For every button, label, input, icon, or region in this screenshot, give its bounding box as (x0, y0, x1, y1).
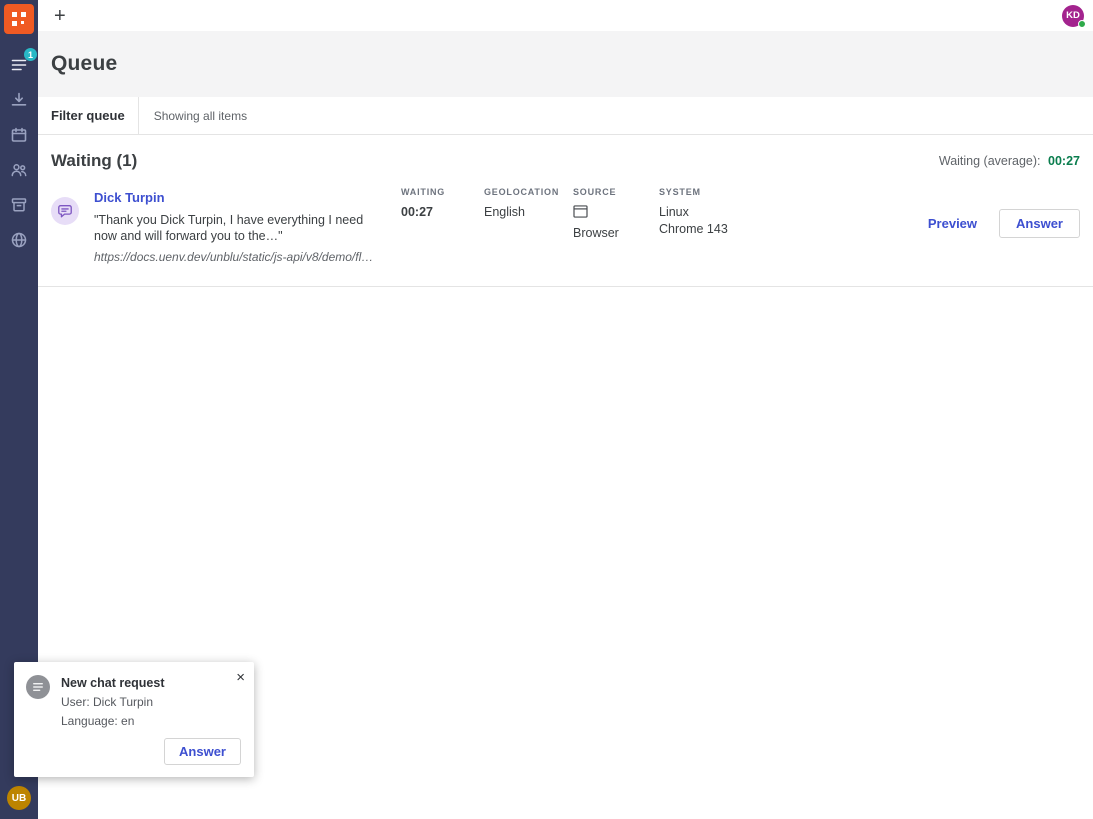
sidebar-item-queue[interactable]: 1 (2, 52, 36, 78)
new-conversation-tab-button[interactable]: + (50, 6, 70, 26)
unblu-logo-icon (4, 4, 34, 34)
sidebar-item-team[interactable] (2, 157, 36, 183)
topbar: + KD (38, 0, 1093, 31)
globe-icon (10, 231, 28, 249)
toast-user-line: User: Dick Turpin (61, 695, 241, 709)
visitor-message: "Thank you Dick Turpin, I have everythin… (94, 212, 384, 244)
page-title: Queue (51, 52, 117, 76)
sidebar-item-calendar[interactable] (2, 122, 36, 148)
system-column: SYSTEM Linux Chrome 143 (659, 187, 789, 236)
unblu-logo[interactable] (0, 0, 38, 38)
queue-badge: 1 (24, 48, 37, 61)
chat-request-icon (26, 675, 50, 699)
geolocation-value: English (484, 205, 558, 219)
queue-content: Waiting (1) Waiting (average): 00:27 Dic… (38, 135, 1093, 287)
toast-title: New chat request (61, 676, 241, 690)
waiting-section-header: Waiting (1) Waiting (average): 00:27 (38, 135, 1093, 183)
preview-button[interactable]: Preview (928, 216, 977, 231)
user-avatar-initials: KD (1066, 10, 1080, 21)
new-chat-request-toast: New chat request User: Dick Turpin Langu… (14, 662, 254, 777)
answer-button[interactable]: Answer (999, 209, 1080, 238)
chat-bubble-icon (57, 203, 73, 219)
filter-queue-tab[interactable]: Filter queue (38, 97, 139, 134)
visitor-avatar (51, 197, 79, 225)
user-avatar[interactable]: KD (1062, 5, 1084, 27)
visitor-page-url: https://docs.uenv.dev/unblu/static/js-ap… (94, 250, 384, 264)
source-column: SOURCE Browser (573, 187, 644, 240)
toast-body: New chat request User: Dick Turpin Langu… (61, 675, 241, 765)
queue-item-actions: Preview Answer (928, 209, 1080, 238)
source-value: Browser (573, 226, 644, 240)
waiting-time-value: 00:27 (401, 205, 469, 219)
waiting-column: WAITING 00:27 (401, 187, 469, 219)
waiting-average-label: Waiting (average): (939, 154, 1041, 168)
queue-item-row[interactable]: Dick Turpin "Thank you Dick Turpin, I ha… (38, 183, 1093, 287)
inbox-arrow-icon (10, 91, 28, 109)
sidebar-item-archive[interactable] (2, 192, 36, 218)
filter-status-text: Showing all items (139, 97, 247, 134)
online-status-dot (1078, 20, 1086, 28)
archive-icon (10, 196, 28, 214)
page-header: Queue (38, 31, 1093, 97)
geolocation-column-label: GEOLOCATION (484, 187, 558, 197)
source-column-label: SOURCE (573, 187, 644, 197)
waiting-section-title: Waiting (1) (51, 151, 137, 171)
visitor-name[interactable]: Dick Turpin (94, 190, 384, 205)
waiting-average: Waiting (average): 00:27 (939, 154, 1080, 168)
agent-avatar[interactable]: UB (7, 786, 31, 810)
geolocation-column: GEOLOCATION English (484, 187, 558, 219)
people-icon (10, 161, 28, 179)
calendar-icon (10, 126, 28, 144)
browser-window-icon (573, 205, 644, 223)
sidebar-item-language[interactable] (2, 227, 36, 253)
toast-answer-button[interactable]: Answer (164, 738, 241, 765)
system-column-label: SYSTEM (659, 187, 789, 197)
sidebar-nav: 1 (2, 52, 36, 253)
visitor-info: Dick Turpin "Thank you Dick Turpin, I ha… (94, 187, 384, 264)
filter-bar: Filter queue Showing all items (38, 97, 1093, 135)
toast-language-line: Language: en (61, 714, 241, 728)
system-browser-value: Chrome 143 (659, 222, 789, 236)
sidebar-item-inbox[interactable] (2, 87, 36, 113)
toast-close-button[interactable]: × (236, 670, 245, 685)
waiting-average-value: 00:27 (1048, 154, 1080, 168)
waiting-column-label: WAITING (401, 187, 469, 197)
system-os-value: Linux (659, 205, 789, 219)
